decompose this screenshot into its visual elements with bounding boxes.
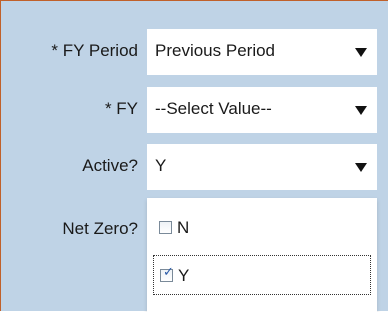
fy-select[interactable]: --Select Value-- <box>147 87 377 133</box>
fy-period-value: Previous Period <box>155 41 276 60</box>
active-value: Y <box>155 156 167 175</box>
checkmark-icon: ✓ <box>163 265 174 280</box>
checkbox-icon[interactable]: ✓ <box>160 265 174 282</box>
active-dropdown-list: N ✓ Y <box>147 198 377 312</box>
option-n-label: N <box>177 218 190 237</box>
active-select[interactable]: Y <box>147 144 377 190</box>
option-y[interactable]: ✓ Y <box>153 255 371 295</box>
chevron-down-icon <box>355 163 367 172</box>
fy-period-select[interactable]: Previous Period <box>147 29 377 75</box>
net-zero-label: Net Zero? <box>62 219 138 238</box>
form-panel: * FY Period Previous Period * FY --Selec… <box>0 0 388 312</box>
chevron-down-icon <box>355 48 367 57</box>
fy-period-label: * FY Period <box>51 41 138 60</box>
active-label: Active? <box>82 156 138 175</box>
chevron-down-icon <box>355 106 367 115</box>
checkbox-icon[interactable] <box>159 221 172 234</box>
option-n[interactable]: N <box>153 208 371 248</box>
fy-value: --Select Value-- <box>155 99 272 118</box>
option-y-label: Y <box>178 266 190 285</box>
fy-label: * FY <box>104 99 138 118</box>
